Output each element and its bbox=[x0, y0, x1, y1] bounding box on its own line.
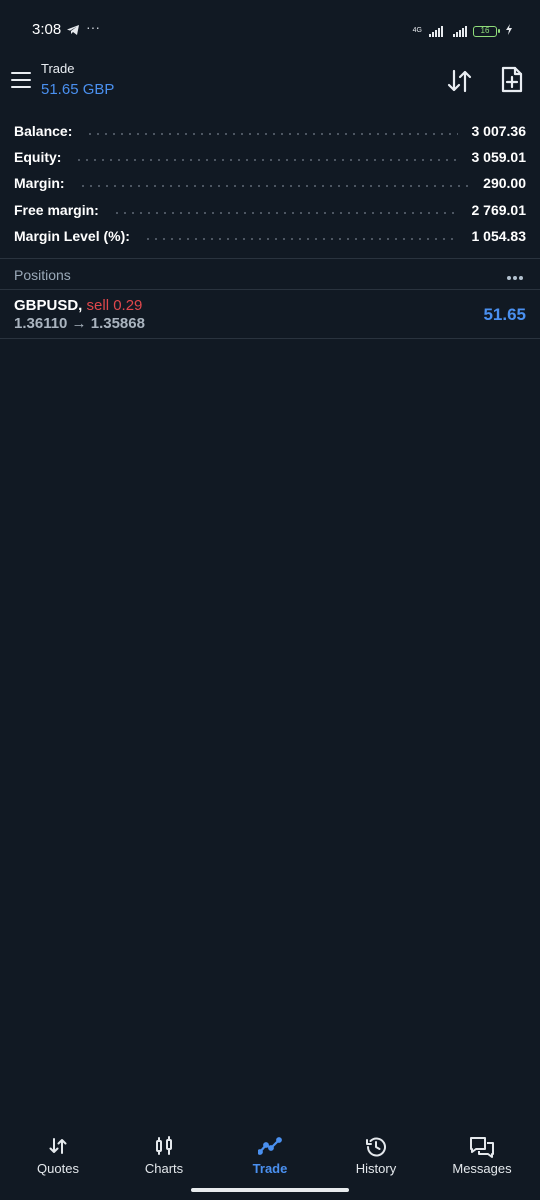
home-indicator[interactable] bbox=[191, 1188, 349, 1192]
tab-label: Trade bbox=[252, 1161, 288, 1176]
sort-icon[interactable] bbox=[446, 68, 474, 99]
summary-label: Equity: bbox=[14, 149, 62, 166]
summary-label: Free margin: bbox=[14, 201, 99, 218]
positions-header: Positions bbox=[0, 259, 540, 289]
battery-level: 16 bbox=[480, 25, 490, 35]
menu-icon[interactable] bbox=[11, 72, 31, 88]
leader-dots bbox=[143, 237, 458, 240]
divider bbox=[0, 338, 540, 339]
signal-icon-2 bbox=[453, 25, 467, 37]
status-time: 3:08 bbox=[32, 21, 62, 38]
summary-value: 1 054.83 bbox=[471, 227, 527, 244]
summary-label: Margin: bbox=[14, 175, 65, 192]
signal-icon bbox=[429, 25, 443, 37]
summary-label: Balance: bbox=[14, 123, 73, 140]
battery-icon: 16 bbox=[473, 25, 500, 37]
charts-icon bbox=[154, 1136, 174, 1161]
summary-value: 3 059.01 bbox=[471, 149, 527, 166]
tab-quotes[interactable]: Quotes bbox=[4, 1128, 112, 1184]
more-options-icon[interactable] bbox=[505, 267, 523, 285]
quotes-icon bbox=[48, 1136, 68, 1161]
app-bar: Trade 51.65 GBP bbox=[0, 58, 540, 110]
summary-row-free-margin: Free margin: 2 769.01 bbox=[0, 197, 540, 223]
account-summary: Balance: 3 007.36 Equity: 3 059.01 Margi… bbox=[0, 118, 540, 249]
leader-dots bbox=[112, 211, 458, 214]
summary-row-equity: Equity: 3 059.01 bbox=[0, 144, 540, 170]
summary-value: 2 769.01 bbox=[471, 201, 527, 218]
position-profit: 51.65 bbox=[483, 305, 526, 324]
tab-label: Messages bbox=[452, 1161, 512, 1176]
summary-value: 290.00 bbox=[483, 175, 526, 192]
telegram-icon bbox=[66, 23, 80, 41]
history-icon bbox=[364, 1136, 388, 1163]
leader-dots bbox=[75, 159, 458, 162]
tab-label: History bbox=[355, 1161, 397, 1176]
position-row[interactable]: GBPUSD, sell 0.29 1.36110 → 1.35868 51.6… bbox=[0, 290, 540, 338]
position-symbol-text: GBPUSD, bbox=[14, 297, 83, 314]
charging-icon bbox=[506, 22, 512, 40]
status-more: ··· bbox=[86, 19, 100, 35]
leader-dots bbox=[86, 133, 458, 136]
new-order-icon[interactable] bbox=[500, 66, 524, 99]
page-title: Trade bbox=[41, 61, 75, 76]
position-side: sell 0.29 bbox=[86, 297, 143, 314]
trade-icon bbox=[257, 1136, 282, 1161]
tab-label: Charts bbox=[144, 1161, 184, 1176]
leader-dots bbox=[78, 185, 470, 188]
summary-value: 3 007.36 bbox=[471, 123, 527, 140]
position-prices: 1.36110 → 1.35868 bbox=[14, 315, 145, 332]
tab-label: Quotes bbox=[37, 1161, 79, 1176]
network-type: 4G bbox=[412, 27, 422, 34]
position-symbol: GBPUSD, sell 0.29 bbox=[14, 297, 142, 314]
positions-title: Positions bbox=[14, 267, 71, 283]
status-bar: 3:08 ··· 4G 16 bbox=[0, 0, 540, 58]
summary-row-margin-level: Margin Level (%): 1 054.83 bbox=[0, 223, 540, 249]
tab-messages[interactable]: Messages bbox=[428, 1128, 536, 1184]
tab-history[interactable]: History bbox=[322, 1128, 430, 1184]
summary-label: Margin Level (%): bbox=[14, 227, 130, 244]
tab-trade[interactable]: Trade bbox=[216, 1128, 324, 1184]
summary-row-margin: Margin: 290.00 bbox=[0, 170, 540, 196]
summary-row-balance: Balance: 3 007.36 bbox=[0, 118, 540, 144]
bottom-navigation: Quotes Charts Trade History Messages bbox=[0, 1128, 540, 1184]
tab-charts[interactable]: Charts bbox=[110, 1128, 218, 1184]
page-subtitle: 51.65 GBP bbox=[41, 81, 115, 98]
